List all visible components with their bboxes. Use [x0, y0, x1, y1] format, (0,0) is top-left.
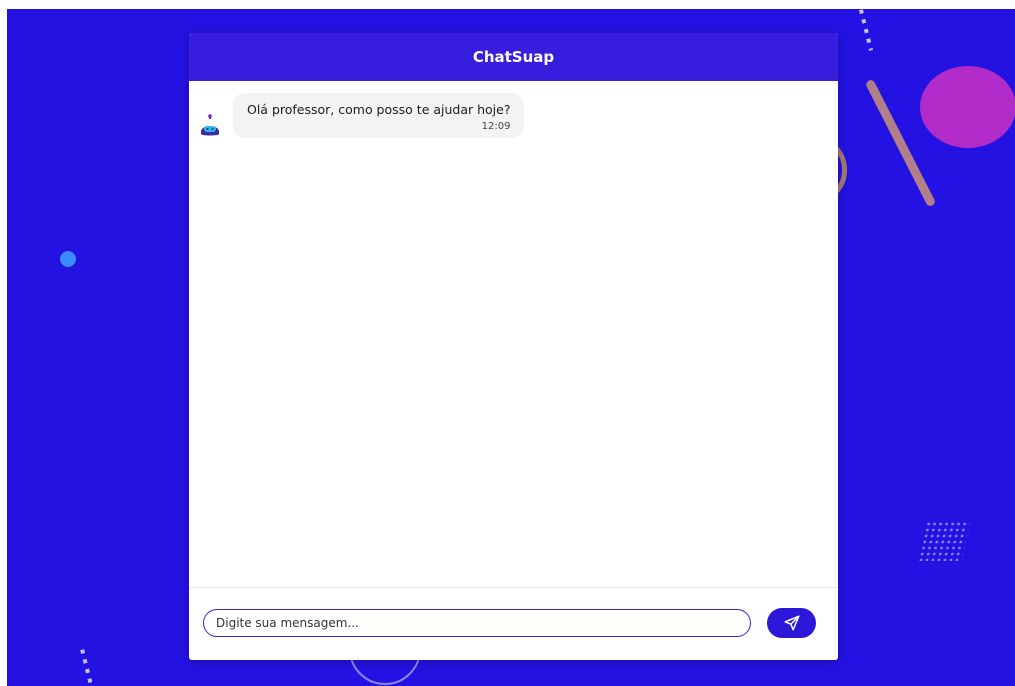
- chat-header: ChatSuap: [189, 33, 838, 81]
- message-bubble: Olá professor, como posso te ajudar hoje…: [233, 93, 525, 138]
- message-input[interactable]: [203, 609, 751, 637]
- decorative-dashes: [858, 9, 874, 51]
- chat-window: ChatSuap Olá professor, como posso te aj…: [189, 33, 838, 660]
- send-icon: [784, 615, 799, 631]
- message-list: Olá professor, como posso te ajudar hoje…: [189, 81, 838, 587]
- decorative-dot: [60, 251, 76, 267]
- message-text: Olá professor, como posso te ajudar hoje…: [247, 102, 511, 117]
- decorative-dashes: [80, 649, 94, 686]
- app-title: ChatSuap: [472, 48, 555, 66]
- message-row: Olá professor, como posso te ajudar hoje…: [199, 93, 525, 138]
- message-time: 12:09: [481, 121, 511, 132]
- send-button[interactable]: [767, 608, 816, 638]
- decorative-dot-grid: [917, 521, 971, 561]
- decorative-circle: [920, 66, 1015, 148]
- composer: [189, 587, 838, 660]
- robot-icon: [201, 114, 219, 136]
